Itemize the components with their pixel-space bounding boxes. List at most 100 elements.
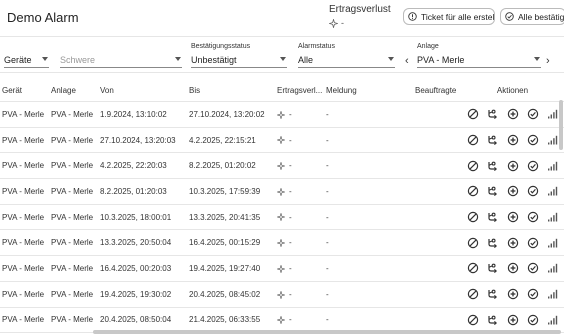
anlage-select[interactable]: Anlage PVA - Merle xyxy=(417,40,541,71)
create-ticket-all-label: Ticket für alle erstellen xyxy=(421,11,495,22)
ertragsverlust-value-wrap: - xyxy=(327,18,391,30)
signal-icon[interactable] xyxy=(547,211,559,223)
signal-icon[interactable] xyxy=(547,262,559,274)
confirm-icon[interactable] xyxy=(527,237,539,249)
add-ticket-icon[interactable] xyxy=(507,211,519,223)
cell-ertragsverlust-value: - xyxy=(289,212,292,222)
table-row[interactable]: PVA - Merle PVA - Merle 16.4.2025, 00:20:0… xyxy=(0,255,564,282)
confirm-icon[interactable] xyxy=(527,211,539,223)
column-header-geraet[interactable]: Gerät xyxy=(0,80,49,102)
confirm-icon[interactable] xyxy=(527,314,539,326)
cell-ertragsverlust-value: - xyxy=(289,186,292,196)
cell-ertragsverlust-value: - xyxy=(289,238,292,248)
confirm-icon[interactable] xyxy=(527,262,539,274)
geraete-select-value: Geräte xyxy=(4,55,32,65)
assign-icon[interactable] xyxy=(487,160,499,172)
assign-icon[interactable] xyxy=(487,134,499,146)
assign-icon[interactable] xyxy=(487,314,499,326)
assign-icon[interactable] xyxy=(487,211,499,223)
cell-ertragsverlust: - xyxy=(275,307,324,334)
column-header-bis[interactable]: Bis xyxy=(187,80,275,102)
confirm-icon[interactable] xyxy=(527,160,539,172)
table-row[interactable]: PVA - Merle PVA - Merle 13.3.2025, 20:50:0… xyxy=(0,229,564,257)
ignore-icon[interactable] xyxy=(467,237,479,249)
create-ticket-all-button[interactable]: Ticket für alle erstellen xyxy=(403,8,495,25)
confirm-icon[interactable] xyxy=(527,134,539,146)
confirm-icon[interactable] xyxy=(527,288,539,300)
cell-geraet: PVA - Merle xyxy=(0,178,49,205)
ignore-icon[interactable] xyxy=(467,288,479,300)
column-header-ertragsverlust[interactable]: Ertragsverl... xyxy=(275,80,324,102)
signal-icon[interactable] xyxy=(547,237,559,249)
table-row[interactable]: PVA - Merle PVA - Merle 8.2.2025, 01:20:03… xyxy=(0,178,564,205)
assign-icon[interactable] xyxy=(487,262,499,274)
ignore-icon[interactable] xyxy=(467,108,479,120)
cell-aktionen xyxy=(459,229,564,257)
add-ticket-icon[interactable] xyxy=(507,288,519,300)
check-circle-icon xyxy=(505,12,514,21)
table-row[interactable]: PVA - Merle PVA - Merle 19.4.2025, 19:30:0… xyxy=(0,281,564,308)
filter-bar: Geräte Schwere Bestätigungsstatus Unbest… xyxy=(0,40,564,73)
ertragsverlust-label: Ertragsverlust xyxy=(329,4,391,15)
signal-icon[interactable] xyxy=(547,108,559,120)
table-row[interactable]: PVA - Merle PVA - Merle 1.9.2024, 13:10:02… xyxy=(0,101,564,128)
column-header-anlage[interactable]: Anlage xyxy=(49,80,98,102)
table-row[interactable]: PVA - Merle PVA - Merle 27.10.2024, 13:20:… xyxy=(0,127,564,154)
ignore-icon[interactable] xyxy=(467,262,479,274)
add-ticket-icon[interactable] xyxy=(507,160,519,172)
column-header-beauftragte[interactable]: Beauftragte xyxy=(413,80,459,102)
cell-anlage: PVA - Merle xyxy=(49,127,98,154)
ignore-icon[interactable] xyxy=(467,185,479,197)
schwere-select[interactable]: Schwere xyxy=(60,40,182,71)
signal-icon[interactable] xyxy=(547,288,559,300)
assign-icon[interactable] xyxy=(487,108,499,120)
row-actions xyxy=(461,211,564,223)
add-ticket-icon[interactable] xyxy=(507,237,519,249)
bestaetigungsstatus-select[interactable]: Bestätigungsstatus Unbestätigt xyxy=(191,40,287,71)
confirm-icon[interactable] xyxy=(527,108,539,120)
ignore-icon[interactable] xyxy=(467,134,479,146)
column-header-von[interactable]: Von xyxy=(98,80,187,102)
add-ticket-icon[interactable] xyxy=(507,108,519,120)
confirm-all-button[interactable]: Alle bestätigen xyxy=(500,8,564,25)
assign-icon[interactable] xyxy=(487,237,499,249)
cell-von: 27.10.2024, 13:20:03 xyxy=(98,127,187,154)
cell-meldung: - xyxy=(324,229,413,257)
ignore-icon[interactable] xyxy=(467,211,479,223)
signal-icon[interactable] xyxy=(547,134,559,146)
signal-icon[interactable] xyxy=(547,160,559,172)
cell-aktionen xyxy=(459,127,564,154)
cell-beauftragte xyxy=(413,127,459,154)
add-ticket-icon[interactable] xyxy=(507,185,519,197)
table-row[interactable]: PVA - Merle PVA - Merle 20.4.2025, 08:50:0… xyxy=(0,307,564,334)
column-header-meldung[interactable]: Meldung xyxy=(324,80,413,102)
geraete-select[interactable]: Geräte xyxy=(4,40,49,71)
ignore-icon[interactable] xyxy=(467,160,479,172)
alarmstatus-value: Alle xyxy=(298,55,314,65)
cell-geraet: PVA - Merle xyxy=(0,307,49,334)
confirm-icon[interactable] xyxy=(527,185,539,197)
assign-icon[interactable] xyxy=(487,288,499,300)
table-row[interactable]: PVA - Merle PVA - Merle 10.3.2025, 18:00:0… xyxy=(0,204,564,231)
cell-anlage: PVA - Merle xyxy=(49,255,98,282)
next-plant-button[interactable]: › xyxy=(546,55,550,67)
cell-beauftragte xyxy=(413,229,459,257)
cell-von: 16.4.2025, 00:20:03 xyxy=(98,255,187,282)
previous-plant-button[interactable]: ‹ xyxy=(405,55,409,67)
cell-von: 10.3.2025, 18:00:01 xyxy=(98,204,187,231)
add-ticket-icon[interactable] xyxy=(507,314,519,326)
ignore-icon[interactable] xyxy=(467,314,479,326)
cell-aktionen xyxy=(459,255,564,282)
add-ticket-icon[interactable] xyxy=(507,134,519,146)
horizontal-scrollbar[interactable] xyxy=(93,330,561,334)
add-ticket-icon[interactable] xyxy=(507,262,519,274)
signal-icon[interactable] xyxy=(547,185,559,197)
signal-icon[interactable] xyxy=(547,314,559,326)
table-header-row: Gerät Anlage Von Bis Ertragsverl... Meld… xyxy=(0,80,564,102)
table-row[interactable]: PVA - Merle PVA - Merle 4.2.2025, 22:20:03… xyxy=(0,152,564,180)
alarm-table-body: PVA - Merle PVA - Merle 1.9.2024, 13:10:02… xyxy=(0,101,564,334)
vertical-scrollbar[interactable] xyxy=(559,100,563,150)
alarmstatus-select[interactable]: Alarmstatus Alle xyxy=(298,40,395,71)
assign-icon[interactable] xyxy=(487,185,499,197)
chevron-down-icon xyxy=(175,57,181,61)
